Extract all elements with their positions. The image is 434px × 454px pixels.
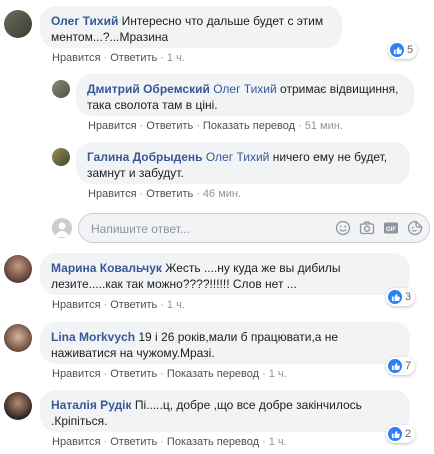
reply-link[interactable]: Ответить: [146, 188, 193, 200]
like-icon: [388, 427, 402, 441]
reaction-number: 2: [405, 428, 412, 440]
reply-input[interactable]: [89, 219, 313, 239]
comment-bubble: Наталія Рудік Пі.....ц, добре ,що все до…: [40, 390, 410, 432]
avatar[interactable]: [52, 148, 70, 166]
timestamp[interactable]: 1 ч.: [269, 436, 287, 448]
avatar[interactable]: [52, 80, 70, 98]
comment-author[interactable]: Марина Ковальчук: [51, 261, 162, 275]
show-translation-link[interactable]: Показать перевод: [203, 120, 295, 132]
reaction-count[interactable]: 2: [386, 425, 416, 443]
comment-actions: Нравится · Ответить · 1 ч.: [52, 52, 185, 64]
reaction-number: 7: [405, 360, 412, 372]
comment-author[interactable]: Галина Добрыдень: [87, 150, 203, 164]
comment-bubble: Lina Morkvych 19 і 26 років,мали б працю…: [40, 322, 410, 364]
comment-bubble: Олег Тихий Интересно что дальше будет с …: [40, 6, 342, 48]
reply-link[interactable]: Ответить: [110, 368, 157, 380]
like-link[interactable]: Нравится: [52, 52, 101, 64]
show-translation-link[interactable]: Показать перевод: [167, 368, 259, 380]
like-link[interactable]: Нравится: [88, 188, 137, 200]
like-icon: [388, 359, 402, 373]
comment-author[interactable]: Lina Morkvych: [51, 330, 135, 344]
like-link[interactable]: Нравится: [52, 436, 101, 448]
timestamp[interactable]: 51 мин.: [305, 120, 343, 132]
reply-link[interactable]: Ответить: [110, 436, 157, 448]
current-user-avatar: [52, 218, 72, 238]
timestamp[interactable]: 1 ч.: [167, 299, 185, 311]
comment-mention[interactable]: Олег Тихий: [213, 82, 277, 96]
comment-bubble: Дмитрий Обремский Олег Тихий отримає від…: [76, 74, 414, 116]
avatar[interactable]: [4, 255, 32, 283]
comment-mention[interactable]: Олег Тихий: [206, 150, 270, 164]
timestamp[interactable]: 46 мин.: [203, 188, 241, 200]
sticker-icon[interactable]: [407, 220, 423, 236]
timestamp[interactable]: 1 ч.: [167, 52, 185, 64]
reply-link[interactable]: Ответить: [110, 52, 157, 64]
svg-text:GIF: GIF: [386, 227, 396, 233]
like-link[interactable]: Нравится: [52, 368, 101, 380]
avatar[interactable]: [4, 392, 32, 420]
like-icon: [388, 290, 402, 304]
comment-actions: Нравится · Ответить · Показать перевод · 51 ми…: [88, 120, 343, 132]
reaction-number: 3: [405, 291, 412, 303]
comment-actions: Нравится · Ответить · Показать перевод · 1 ч.: [52, 436, 287, 448]
reaction-number: 5: [407, 44, 414, 56]
reply-link[interactable]: Ответить: [110, 299, 157, 311]
comment-author[interactable]: Олег Тихий: [51, 14, 118, 28]
like-icon: [390, 43, 404, 57]
avatar[interactable]: [4, 324, 32, 352]
reaction-count[interactable]: 7: [386, 357, 416, 375]
comment-author[interactable]: Дмитрий Обремский: [87, 82, 210, 96]
reply-link[interactable]: Ответить: [146, 120, 193, 132]
like-link[interactable]: Нравится: [88, 120, 137, 132]
comment-actions: Нравится · Ответить · 46 мин.: [88, 188, 242, 200]
emoji-icon[interactable]: [335, 220, 351, 236]
comment-author[interactable]: Наталія Рудік: [51, 398, 132, 412]
reaction-count[interactable]: 5: [388, 41, 418, 59]
comment-bubble: Марина Ковальчук Жесть ....ну куда же вы…: [40, 253, 410, 295]
comment-actions: Нравится · Ответить · Показать перевод · 1 ч.: [52, 368, 287, 380]
reaction-count[interactable]: 3: [386, 288, 416, 306]
show-translation-link[interactable]: Показать перевод: [167, 436, 259, 448]
camera-icon[interactable]: [359, 220, 375, 236]
comment-bubble: Галина Добрыдень Олег Тихий ничего ему н…: [76, 142, 410, 184]
comment-actions: Нравится · Ответить · 1 ч.: [52, 299, 185, 311]
gif-icon[interactable]: GIF: [383, 220, 399, 236]
avatar[interactable]: [4, 10, 32, 38]
timestamp[interactable]: 1 ч.: [269, 368, 287, 380]
like-link[interactable]: Нравится: [52, 299, 101, 311]
reply-box: GIF: [78, 213, 430, 243]
